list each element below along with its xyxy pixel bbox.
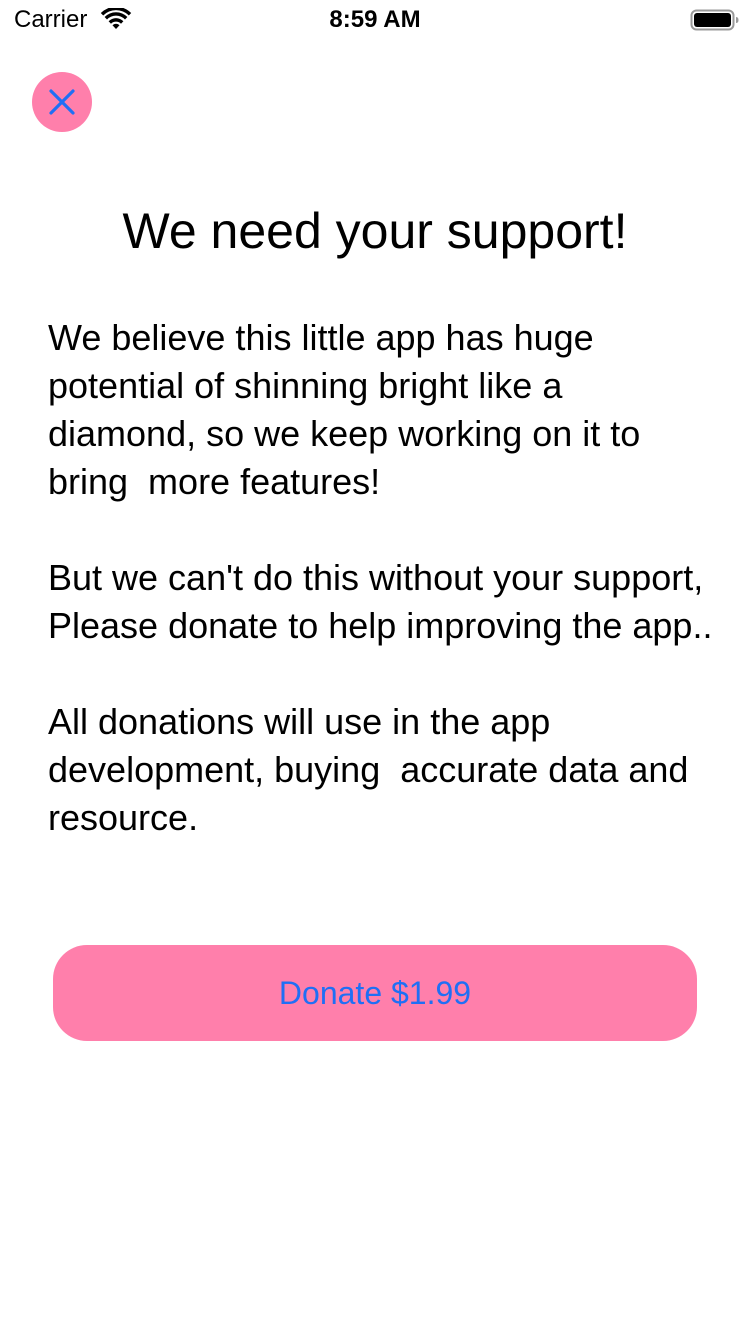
page-title: We need your support! (122, 203, 628, 259)
close-button[interactable] (32, 72, 92, 132)
close-icon (46, 86, 78, 118)
message-paragraph-2: But we can't do this without your suppor… (48, 557, 714, 646)
donate-button[interactable]: Donate $1.99 (53, 945, 697, 1041)
message-paragraph-3: All donations will use in the app develo… (48, 701, 699, 838)
status-time: 8:59 AM (329, 6, 421, 33)
battery-full-icon (690, 8, 740, 32)
message-paragraph-1: We believe this little app has huge pote… (48, 317, 651, 502)
status-bar: Carrier 8:59 AM (0, 0, 750, 40)
support-message: We believe this little app has huge pote… (48, 314, 718, 842)
